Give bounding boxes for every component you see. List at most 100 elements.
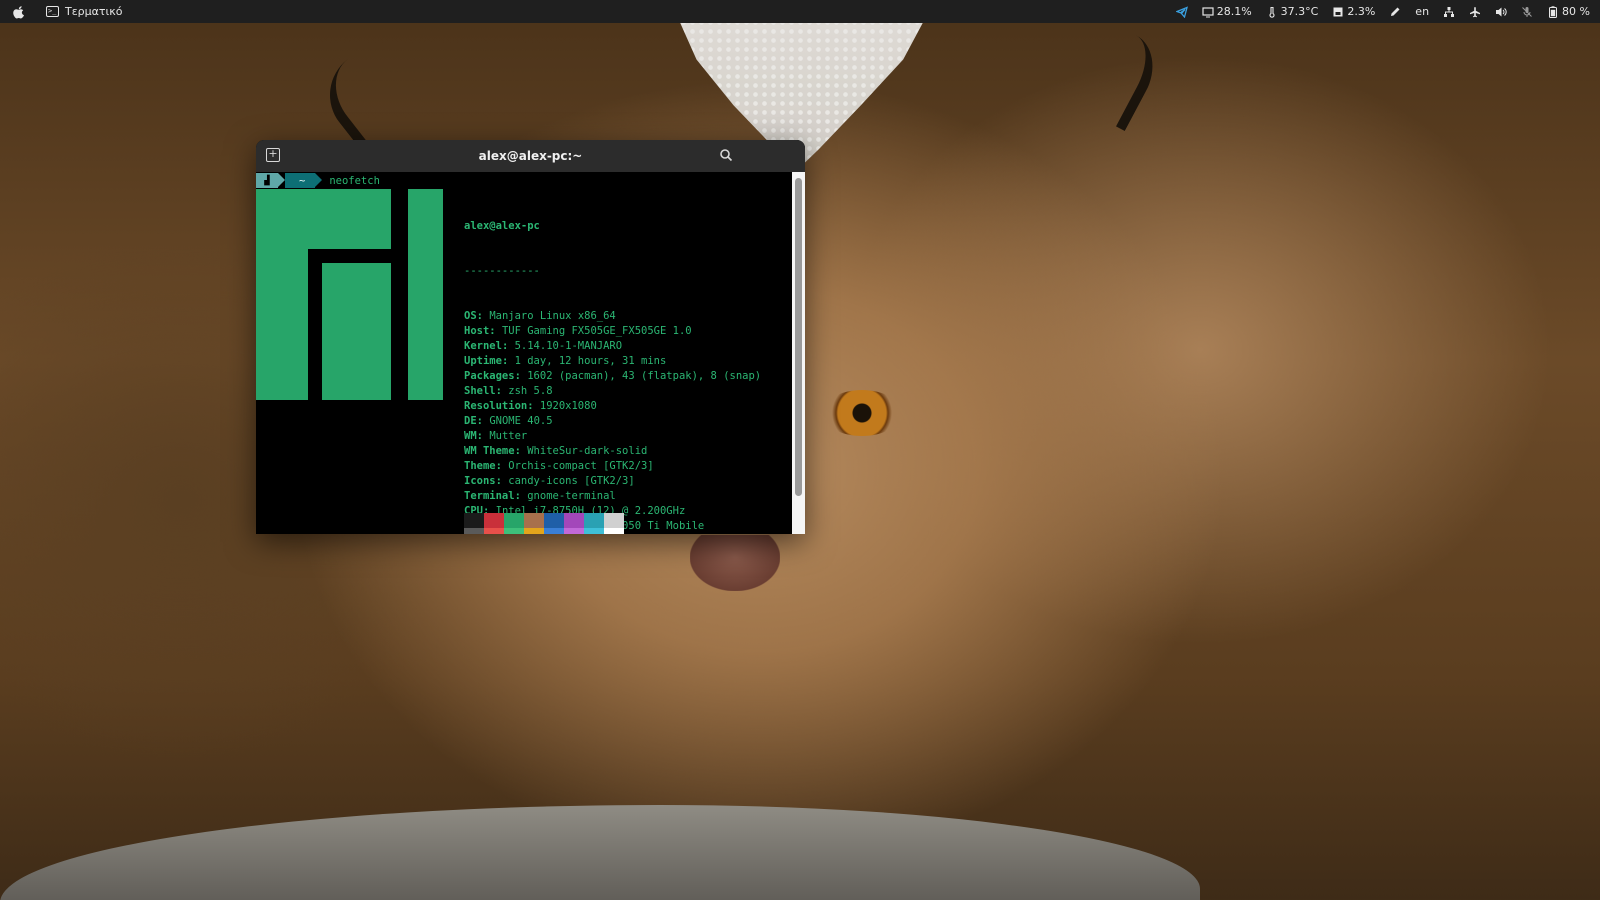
- palette-swatch: [484, 528, 504, 534]
- info-value: 1 day, 12 hours, 31 mins: [514, 355, 667, 367]
- scrollbar[interactable]: [792, 172, 805, 534]
- system-tray: 28.1% 37.3°C 2.3% en 80 %: [1175, 5, 1600, 18]
- network-tray[interactable]: [1443, 6, 1455, 18]
- palette-swatch: [464, 513, 484, 528]
- window-title: alex@alex-pc:~: [478, 149, 583, 163]
- top-panel: >_ Τερματικό 28.1% 37.3°C 2.3% en 80 %: [0, 0, 1600, 23]
- cpu-icon: [1202, 6, 1214, 17]
- palette-swatch: [604, 513, 624, 528]
- palette-swatch: [484, 513, 504, 528]
- info-value: 5.14.10-1-MANJARO: [514, 340, 623, 352]
- info-key: Icons: [464, 475, 496, 487]
- telegram-icon: [1175, 5, 1188, 18]
- apple-menu-icon[interactable]: [0, 5, 38, 19]
- info-separator: ------------: [464, 265, 540, 277]
- info-value: Manjaro Linux x86_64: [489, 310, 616, 322]
- info-key: Kernel: [464, 340, 502, 352]
- manjaro-prompt-icon: ▟: [256, 173, 285, 188]
- temperature-monitor[interactable]: 37.3°C: [1266, 5, 1319, 18]
- info-value: WhiteSur-dark-solid: [527, 445, 648, 457]
- info-value: 1920x1080: [539, 400, 597, 412]
- pencil-icon: [1391, 7, 1400, 16]
- palette-swatch: [584, 513, 604, 528]
- language-indicator: en: [1415, 5, 1430, 18]
- prompt-command: neofetch: [329, 174, 380, 187]
- palette-swatch: [604, 528, 624, 534]
- palette-swatch: [524, 513, 544, 528]
- pen-tray[interactable]: [1389, 6, 1401, 18]
- manjaro-logo-icon: [256, 189, 443, 400]
- info-line: Host: TUF Gaming FX505GE_FX505GE 1.0: [464, 325, 692, 337]
- terminal-content[interactable]: ▟ ~ neofetch alex@alex-pc ------------ O…: [256, 172, 805, 534]
- cpu-monitor[interactable]: 28.1%: [1202, 5, 1252, 18]
- info-line: Icons: candy-icons [GTK2/3]: [464, 475, 635, 487]
- info-key: WM: [464, 430, 477, 442]
- palette-swatch: [564, 513, 584, 528]
- info-line: Packages: 1602 (pacman), 43 (flatpak), 8…: [464, 370, 762, 382]
- info-key: Host: [464, 325, 490, 337]
- thermometer-icon: [1269, 6, 1275, 18]
- info-line: Uptime: 1 day, 12 hours, 31 mins: [464, 355, 667, 367]
- search-icon[interactable]: [719, 148, 733, 162]
- microphone-muted-icon: [1522, 6, 1532, 17]
- volume-tray[interactable]: [1495, 6, 1507, 18]
- terminal-app-icon: >_: [46, 6, 59, 17]
- lynx-eye: [822, 390, 902, 436]
- rock: [0, 805, 1200, 900]
- disk-monitor[interactable]: 2.3%: [1332, 5, 1375, 18]
- info-key: Terminal: [464, 490, 515, 502]
- disk-icon: [1333, 7, 1343, 16]
- network-icon: [1444, 6, 1455, 17]
- terminal-titlebar[interactable]: + alex@alex-pc:~: [256, 140, 805, 172]
- neofetch-info: alex@alex-pc ------------ OS: Manjaro Li…: [464, 189, 761, 534]
- palette-swatch: [504, 513, 524, 528]
- info-value: GNOME 40.5: [489, 415, 553, 427]
- airplane-icon: [1470, 6, 1481, 17]
- info-key: Resolution: [464, 400, 528, 412]
- info-key: Packages: [464, 370, 515, 382]
- telegram-tray[interactable]: [1175, 5, 1188, 18]
- prompt-directory: ~: [285, 173, 323, 188]
- cpu-usage-value: 28.1%: [1216, 5, 1252, 18]
- info-value: gnome-terminal: [527, 490, 616, 502]
- palette-swatch: [524, 528, 544, 534]
- shell-prompt: ▟ ~ neofetch: [256, 173, 380, 188]
- lynx-nose: [690, 535, 780, 591]
- keyboard-layout[interactable]: en: [1415, 5, 1429, 18]
- info-line: Kernel: 5.14.10-1-MANJARO: [464, 340, 623, 352]
- lynx-ear-tuft-right: [1062, 18, 1168, 132]
- speaker-icon: [1496, 7, 1507, 16]
- info-line: WM: Mutter: [464, 430, 528, 442]
- info-value: Mutter: [489, 430, 528, 442]
- scrollbar-thumb[interactable]: [795, 178, 802, 496]
- info-line: Shell: zsh 5.8: [464, 385, 553, 397]
- color-palette: [464, 513, 624, 534]
- palette-swatch: [464, 528, 484, 534]
- info-value: zsh 5.8: [508, 385, 553, 397]
- palette-swatch: [544, 528, 564, 534]
- info-key: Shell: [464, 385, 496, 397]
- battery-tray[interactable]: 80 %: [1547, 5, 1590, 18]
- info-value: 1602 (pacman), 43 (flatpak), 8 (snap): [527, 370, 762, 382]
- palette-swatch: [564, 528, 584, 534]
- info-value: TUF Gaming FX505GE_FX505GE 1.0: [501, 325, 692, 337]
- active-app-name: Τερματικό: [65, 5, 123, 18]
- info-key: OS: [464, 310, 477, 322]
- terminal-window[interactable]: + alex@alex-pc:~ ▟ ~ neofetch alex@alex-…: [256, 140, 805, 534]
- temperature-value: 37.3°C: [1280, 5, 1319, 18]
- info-line: Resolution: 1920x1080: [464, 400, 597, 412]
- info-line: Theme: Orchis-compact [GTK2/3]: [464, 460, 654, 472]
- info-key: Uptime: [464, 355, 502, 367]
- battery-icon: [1549, 5, 1558, 18]
- new-tab-icon[interactable]: +: [266, 148, 280, 162]
- info-line: DE: GNOME 40.5: [464, 415, 553, 427]
- airplane-mode-tray[interactable]: [1469, 6, 1481, 18]
- info-line: OS: Manjaro Linux x86_64: [464, 310, 616, 322]
- active-app-menu[interactable]: >_ Τερματικό: [38, 5, 130, 18]
- info-line: Terminal: gnome-terminal: [464, 490, 616, 502]
- info-value: Orchis-compact [GTK2/3]: [508, 460, 654, 472]
- info-value: candy-icons [GTK2/3]: [508, 475, 635, 487]
- palette-swatch: [544, 513, 564, 528]
- info-line: WM Theme: WhiteSur-dark-solid: [464, 445, 648, 457]
- microphone-tray[interactable]: [1521, 6, 1533, 18]
